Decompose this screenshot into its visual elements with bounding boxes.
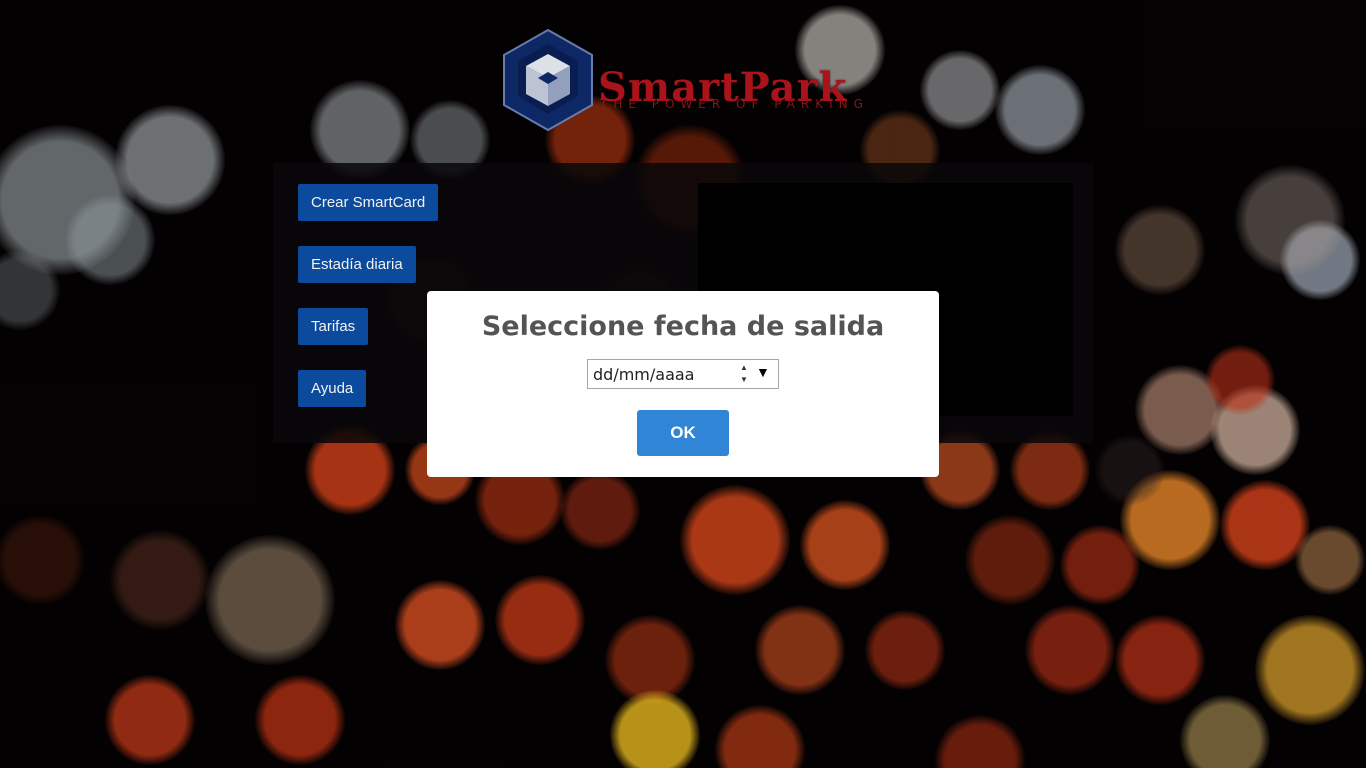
departure-date-input[interactable]: dd/mm/aaaa ▲ ▼ ▼ bbox=[587, 359, 779, 389]
spinner-icon[interactable]: ▲ ▼ bbox=[738, 362, 750, 386]
date-dialog: Seleccione fecha de salida dd/mm/aaaa ▲ ▼… bbox=[427, 291, 939, 477]
dropdown-arrow-icon[interactable]: ▼ bbox=[756, 364, 770, 380]
dialog-title: Seleccione fecha de salida bbox=[481, 311, 885, 342]
date-placeholder: dd/mm/aaaa bbox=[593, 365, 695, 384]
ok-button[interactable]: OK bbox=[637, 410, 729, 456]
